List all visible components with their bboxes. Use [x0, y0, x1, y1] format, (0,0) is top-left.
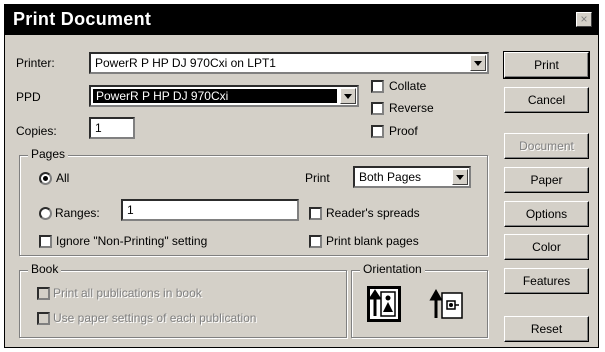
- portrait-orientation-icon[interactable]: [367, 286, 401, 322]
- printer-value: PowerR P HP DJ 970Cxi on LPT1: [95, 56, 276, 70]
- print-blank-pages-label: Print blank pages: [326, 234, 419, 248]
- print-button[interactable]: Print: [503, 51, 590, 79]
- paper-button[interactable]: Paper: [504, 167, 589, 193]
- proof-label: Proof: [389, 124, 418, 138]
- reverse-checkbox[interactable]: [371, 102, 384, 115]
- ppd-value: PowerR P HP DJ 970Cxi: [93, 89, 337, 103]
- print-all-publications-checkbox[interactable]: [37, 287, 50, 300]
- options-button[interactable]: Options: [504, 201, 589, 227]
- readers-spreads-checkbox[interactable]: [309, 207, 322, 220]
- all-pages-label: All: [56, 171, 70, 185]
- printer-label: Printer:: [16, 56, 55, 70]
- ppd-select[interactable]: PowerR P HP DJ 970Cxi: [89, 85, 359, 107]
- copies-label: Copies:: [16, 124, 57, 138]
- reverse-label: Reverse: [389, 101, 434, 115]
- pages-group-title: Pages: [28, 147, 69, 161]
- chevron-down-icon[interactable]: [452, 169, 468, 185]
- print-pages-value: Both Pages: [359, 170, 422, 184]
- print-all-publications-label: Print all publications in book: [53, 286, 202, 300]
- document-button[interactable]: Document: [504, 133, 589, 159]
- copies-input[interactable]: 1: [89, 117, 135, 139]
- ignore-non-printing-label: Ignore "Non-Printing" setting: [56, 234, 208, 248]
- proof-checkbox[interactable]: [371, 125, 384, 138]
- use-paper-settings-checkbox[interactable]: [37, 312, 50, 325]
- book-group: Book: [19, 262, 347, 338]
- ranges-label: Ranges:: [55, 206, 100, 220]
- print-document-dialog: Print Document × Printer: PowerR P HP DJ…: [4, 4, 599, 348]
- landscape-orientation-icon[interactable]: [429, 288, 465, 322]
- orientation-group-title: Orientation: [360, 262, 425, 276]
- close-button[interactable]: ×: [576, 12, 592, 27]
- window-title: Print Document: [13, 9, 152, 29]
- chevron-down-icon[interactable]: [470, 55, 486, 71]
- use-paper-settings-label: Use paper settings of each publication: [53, 311, 257, 325]
- collate-label: Collate: [389, 79, 427, 93]
- printer-select[interactable]: PowerR P HP DJ 970Cxi on LPT1: [89, 52, 489, 74]
- book-group-title: Book: [28, 262, 62, 276]
- ignore-non-printing-checkbox[interactable]: [39, 235, 52, 248]
- features-button[interactable]: Features: [504, 268, 589, 294]
- cancel-button[interactable]: Cancel: [504, 87, 589, 113]
- collate-checkbox[interactable]: [371, 80, 384, 93]
- readers-spreads-label: Reader's spreads: [326, 206, 420, 220]
- print-pages-select[interactable]: Both Pages: [353, 166, 471, 188]
- ranges-input[interactable]: 1: [121, 199, 299, 221]
- ppd-label: PPD: [16, 90, 41, 104]
- chevron-down-icon[interactable]: [340, 88, 356, 104]
- ranges-radio[interactable]: [39, 207, 52, 220]
- title-bar: Print Document ×: [5, 5, 598, 35]
- print-blank-pages-checkbox[interactable]: [309, 235, 322, 248]
- all-pages-radio[interactable]: [39, 172, 52, 185]
- color-button[interactable]: Color: [504, 234, 589, 260]
- reset-button[interactable]: Reset: [504, 316, 589, 342]
- print-label: Print: [305, 171, 330, 185]
